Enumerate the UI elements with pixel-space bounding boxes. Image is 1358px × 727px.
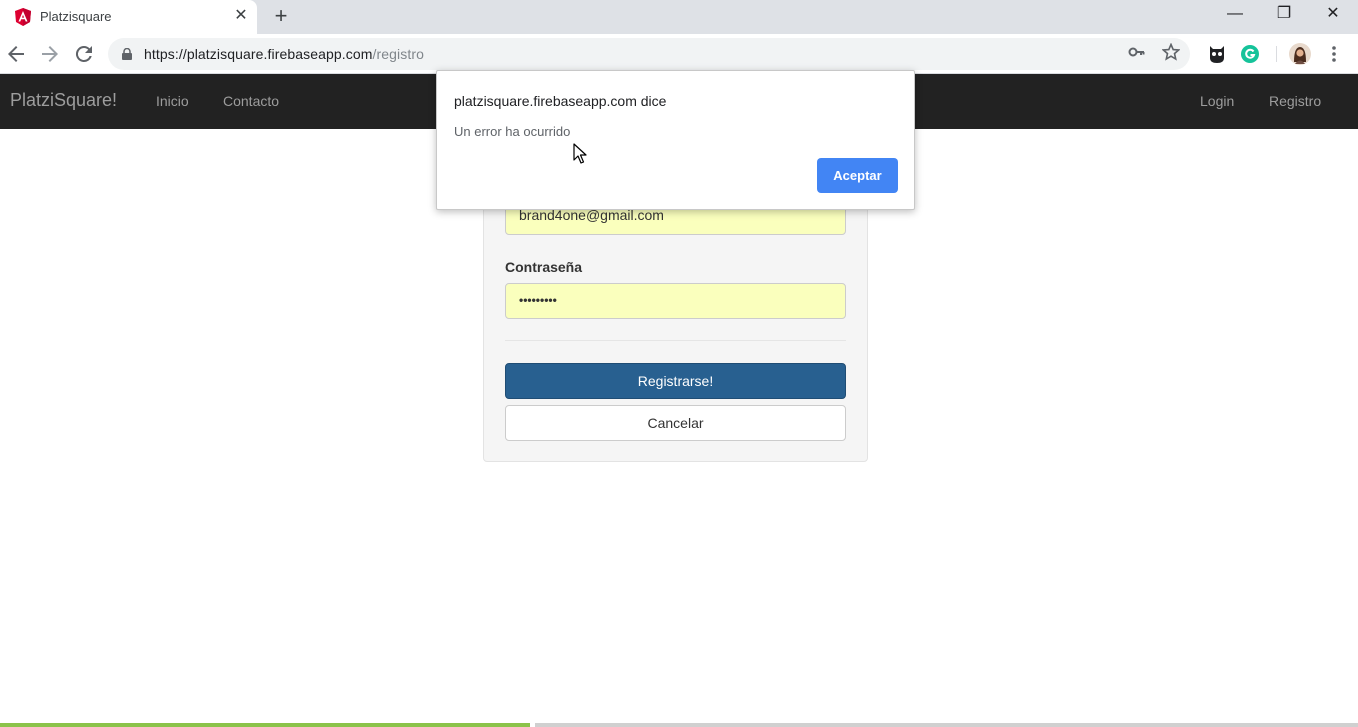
forward-icon[interactable]	[38, 42, 62, 66]
url-text: https://platzisquare.firebaseapp.com/reg…	[144, 46, 424, 62]
video-progress-track[interactable]	[535, 723, 1358, 727]
url-base: https://platzisquare.firebaseapp.com	[144, 46, 373, 62]
tab-close-icon[interactable]: ✕	[231, 6, 251, 26]
cancel-button[interactable]: Cancelar	[505, 405, 846, 441]
address-bar[interactable]: https://platzisquare.firebaseapp.com/reg…	[108, 38, 1190, 70]
browser-toolbar: https://platzisquare.firebaseapp.com/reg…	[0, 34, 1358, 74]
form-divider	[505, 340, 846, 341]
owl-extension-icon[interactable]	[1205, 42, 1229, 66]
url-path: /registro	[372, 46, 424, 62]
browser-tab[interactable]: Platzisquare ✕	[0, 0, 257, 34]
navbar-brand[interactable]: PlatziSquare!	[10, 90, 117, 111]
window-minimize-button[interactable]: —	[1212, 0, 1258, 30]
nav-link-login[interactable]: Login	[1200, 93, 1234, 109]
password-label: Contraseña	[505, 259, 583, 275]
alert-dialog: platzisquare.firebaseapp.com dice Un err…	[436, 70, 915, 210]
tab-title: Platzisquare	[40, 9, 112, 24]
dialog-accept-button[interactable]: Aceptar	[817, 158, 898, 193]
dialog-title: platzisquare.firebaseapp.com dice	[454, 93, 667, 109]
password-field[interactable]: •••••••••	[505, 283, 846, 319]
dialog-message: Un error ha ocurrido	[454, 124, 571, 139]
profile-avatar[interactable]	[1288, 42, 1312, 66]
grammarly-extension-icon[interactable]	[1238, 42, 1262, 66]
nav-link-inicio[interactable]: Inicio	[156, 93, 189, 109]
new-tab-button[interactable]: +	[268, 4, 294, 30]
key-icon[interactable]	[1126, 43, 1148, 65]
lock-icon	[122, 48, 132, 60]
reload-icon[interactable]	[72, 42, 96, 66]
video-progress-fill[interactable]	[0, 723, 530, 727]
toolbar-separator	[1276, 46, 1277, 62]
angular-favicon-icon	[15, 8, 31, 26]
window-close-button[interactable]: ✕	[1310, 0, 1356, 30]
mouse-cursor-icon	[573, 143, 587, 164]
nav-link-registro[interactable]: Registro	[1269, 93, 1321, 109]
nav-link-contacto[interactable]: Contacto	[223, 93, 279, 109]
window-restore-button[interactable]: ❐	[1261, 0, 1307, 30]
star-icon[interactable]	[1160, 42, 1182, 65]
browser-tabstrip: Platzisquare ✕ + — ❐ ✕	[0, 0, 1358, 34]
register-button[interactable]: Registrarse!	[505, 363, 846, 399]
menu-icon[interactable]	[1322, 42, 1346, 66]
back-icon[interactable]	[4, 42, 28, 66]
